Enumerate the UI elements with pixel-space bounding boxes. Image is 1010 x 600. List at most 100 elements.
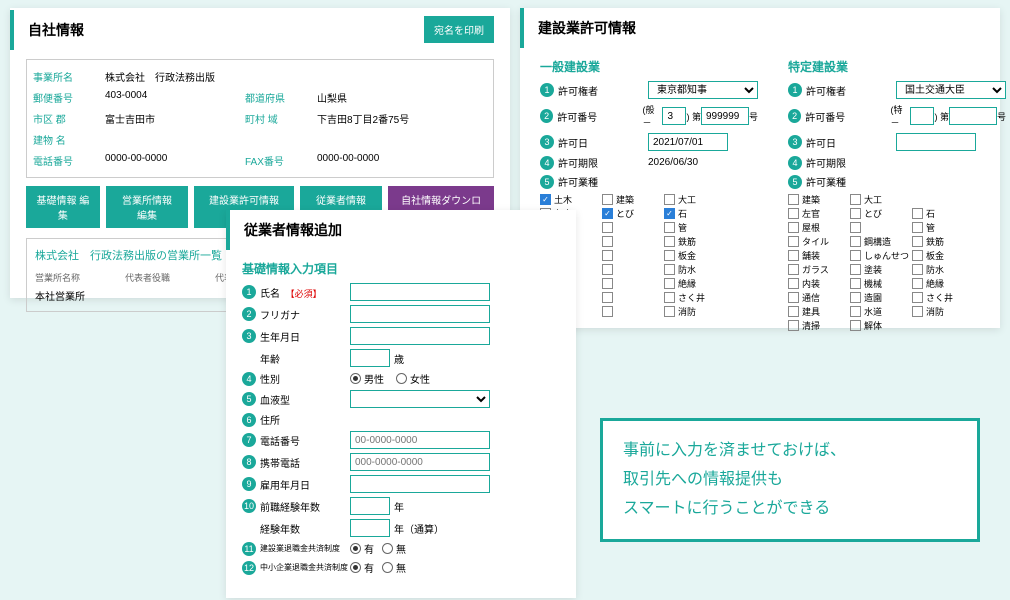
permit-type-checkbox[interactable] xyxy=(788,278,799,289)
permit-type-label: とび xyxy=(864,207,912,220)
general-auth-select[interactable]: 東京都知事 xyxy=(648,81,758,99)
permit-type-checkbox[interactable] xyxy=(912,306,923,317)
employee-add-panel: 従業者情報追加 基礎情報入力項目 1氏名 【必須】 2フリガナ 3生年月日 年齢… xyxy=(226,210,576,598)
permit-type-checkbox[interactable] xyxy=(912,222,923,233)
permit-type-checkbox[interactable] xyxy=(912,264,923,275)
permit-type-checkbox[interactable] xyxy=(788,320,799,331)
permit-type-checkbox[interactable] xyxy=(664,264,675,275)
permit-type-checkbox[interactable] xyxy=(664,194,675,205)
info-label: 事業所名 xyxy=(33,69,105,84)
print-address-button[interactable]: 宛名を印刷 xyxy=(424,16,494,43)
info-label: 市区 郡 xyxy=(33,111,105,126)
info-value xyxy=(105,132,245,147)
special-auth-select[interactable]: 国土交通大臣 xyxy=(896,81,1006,99)
edit-button[interactable]: 営業所情報 編集 xyxy=(106,186,188,228)
permit-type-label: 鉄筋 xyxy=(926,235,974,248)
permit-type-checkbox[interactable] xyxy=(788,250,799,261)
permit-type-checkbox[interactable] xyxy=(664,236,675,247)
permit-type-label: 大工 xyxy=(678,193,726,206)
permit-type-checkbox[interactable]: ✓ xyxy=(664,208,675,219)
info-label: 町村 域 xyxy=(245,111,317,126)
special-num-b-input[interactable] xyxy=(949,107,997,125)
name-input[interactable] xyxy=(350,283,490,301)
female-radio[interactable] xyxy=(396,373,407,384)
permit-type-checkbox[interactable] xyxy=(850,278,861,289)
permit-type-checkbox[interactable] xyxy=(602,292,613,303)
permit-type-checkbox[interactable] xyxy=(664,292,675,303)
permit-type-checkbox[interactable] xyxy=(912,278,923,289)
employee-section: 基礎情報入力項目 xyxy=(242,260,560,277)
permit-type-checkbox[interactable] xyxy=(850,292,861,303)
permit-type-checkbox[interactable] xyxy=(850,236,861,247)
permit-type-checkbox[interactable] xyxy=(788,194,799,205)
permit-type-checkbox[interactable] xyxy=(602,194,613,205)
general-num-b-input[interactable] xyxy=(701,107,749,125)
permit-type-checkbox[interactable] xyxy=(850,306,861,317)
kana-input[interactable] xyxy=(350,305,490,323)
permit-type-checkbox[interactable] xyxy=(788,264,799,275)
permit-type-checkbox[interactable] xyxy=(664,306,675,317)
permit-type-label: 造園 xyxy=(864,291,912,304)
permit-type-label: さく井 xyxy=(926,291,974,304)
permit-type-label: さく井 xyxy=(678,291,726,304)
permit-type-checkbox[interactable]: ✓ xyxy=(540,194,551,205)
permit-type-label: 防水 xyxy=(926,263,974,276)
permit-type-checkbox[interactable] xyxy=(788,208,799,219)
tel-input[interactable] xyxy=(350,431,490,449)
general-num-a-input[interactable] xyxy=(662,107,686,125)
permit-type-checkbox[interactable] xyxy=(602,264,613,275)
exp2-input[interactable] xyxy=(350,519,390,537)
permit-type-label: 石 xyxy=(926,207,974,220)
permit-type-checkbox[interactable] xyxy=(912,250,923,261)
permit-type-checkbox[interactable] xyxy=(602,222,613,233)
ret2-no-radio[interactable] xyxy=(382,562,393,573)
permit-type-checkbox[interactable] xyxy=(664,222,675,233)
employee-title: 従業者情報追加 xyxy=(226,210,576,250)
office-header: 代表者役職 xyxy=(125,271,215,284)
special-num-a-input[interactable] xyxy=(910,107,934,125)
ret1-no-radio[interactable] xyxy=(382,543,393,554)
permit-type-label: 絶縁 xyxy=(926,277,974,290)
info-value: 下吉田8丁目2番75号 xyxy=(317,111,457,126)
exp-input[interactable] xyxy=(350,497,390,515)
male-radio[interactable] xyxy=(350,373,361,384)
permit-type-checkbox[interactable] xyxy=(912,236,923,247)
permit-type-checkbox[interactable] xyxy=(850,194,861,205)
special-date-input[interactable] xyxy=(896,133,976,151)
mobile-input[interactable] xyxy=(350,453,490,471)
permit-type-checkbox[interactable] xyxy=(850,264,861,275)
blood-select[interactable] xyxy=(350,390,490,408)
permit-type-checkbox[interactable] xyxy=(912,292,923,303)
permit-type-label: 左官 xyxy=(802,207,850,220)
permit-type-checkbox[interactable] xyxy=(850,320,861,331)
info-value: 403-0004 xyxy=(105,90,245,105)
permit-type-checkbox[interactable] xyxy=(788,236,799,247)
permit-type-label: 消防 xyxy=(926,305,974,318)
permit-type-checkbox[interactable]: ✓ xyxy=(602,208,613,219)
permit-type-checkbox[interactable] xyxy=(850,222,861,233)
permit-type-checkbox[interactable] xyxy=(788,306,799,317)
permit-type-checkbox[interactable] xyxy=(602,278,613,289)
permit-type-checkbox[interactable] xyxy=(788,292,799,303)
permit-type-checkbox[interactable] xyxy=(788,222,799,233)
permit-type-label: 建具 xyxy=(802,305,850,318)
birth-input[interactable] xyxy=(350,327,490,345)
permit-type-checkbox[interactable] xyxy=(664,250,675,261)
age-input[interactable] xyxy=(350,349,390,367)
hire-input[interactable] xyxy=(350,475,490,493)
permit-type-checkbox[interactable] xyxy=(602,236,613,247)
permit-type-checkbox[interactable] xyxy=(602,306,613,317)
permit-type-checkbox[interactable] xyxy=(602,250,613,261)
ret1-yes-radio[interactable] xyxy=(350,543,361,554)
permit-type-checkbox[interactable] xyxy=(912,208,923,219)
general-date-input[interactable] xyxy=(648,133,728,151)
permit-type-label: 板金 xyxy=(926,249,974,262)
permit-type-label: 管 xyxy=(926,221,974,234)
permit-type-checkbox[interactable] xyxy=(850,250,861,261)
permit-type-checkbox[interactable] xyxy=(850,208,861,219)
office-header: 営業所名称 xyxy=(35,271,125,284)
ret2-yes-radio[interactable] xyxy=(350,562,361,573)
permit-type-label: 石 xyxy=(678,207,726,220)
permit-type-checkbox[interactable] xyxy=(664,278,675,289)
edit-button[interactable]: 基礎情報 編集 xyxy=(26,186,100,228)
